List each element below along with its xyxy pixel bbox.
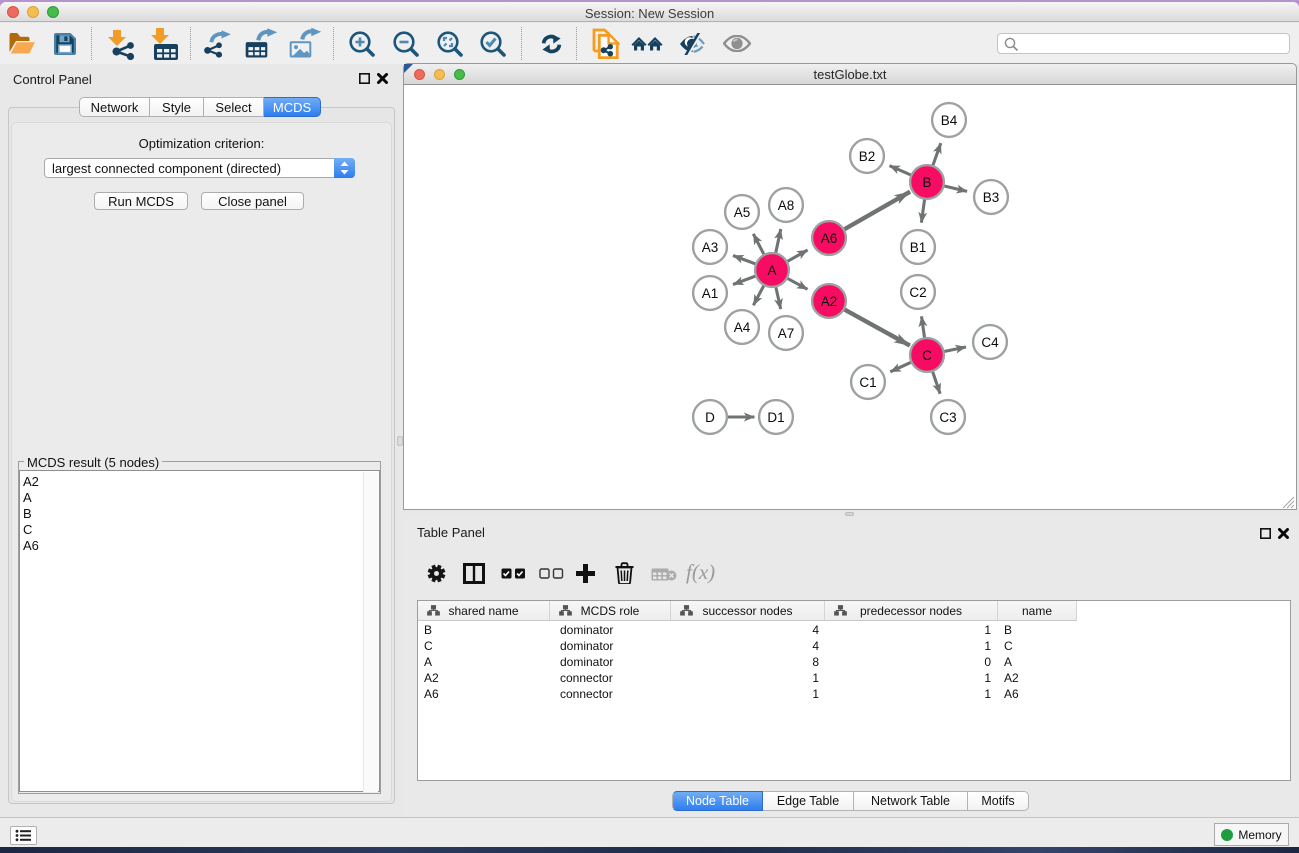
svg-text:A4: A4 — [734, 320, 751, 335]
svg-text:C2: C2 — [909, 285, 926, 300]
svg-text:B4: B4 — [941, 113, 958, 128]
svg-text:D: D — [705, 410, 715, 425]
svg-text:A2: A2 — [821, 294, 838, 309]
svg-text:A8: A8 — [778, 198, 795, 213]
svg-text:A6: A6 — [821, 231, 838, 246]
svg-text:B3: B3 — [983, 190, 1000, 205]
svg-text:A: A — [767, 263, 776, 278]
svg-text:B: B — [922, 175, 931, 190]
svg-text:C3: C3 — [939, 410, 956, 425]
svg-text:C4: C4 — [981, 335, 999, 350]
svg-text:C1: C1 — [859, 375, 876, 390]
svg-text:B1: B1 — [910, 240, 927, 255]
svg-text:D1: D1 — [767, 410, 784, 425]
svg-text:B2: B2 — [859, 149, 876, 164]
svg-text:A5: A5 — [734, 205, 751, 220]
svg-text:A1: A1 — [702, 286, 719, 301]
svg-text:A7: A7 — [778, 326, 795, 341]
svg-text:C: C — [922, 348, 932, 363]
svg-text:A3: A3 — [702, 240, 719, 255]
